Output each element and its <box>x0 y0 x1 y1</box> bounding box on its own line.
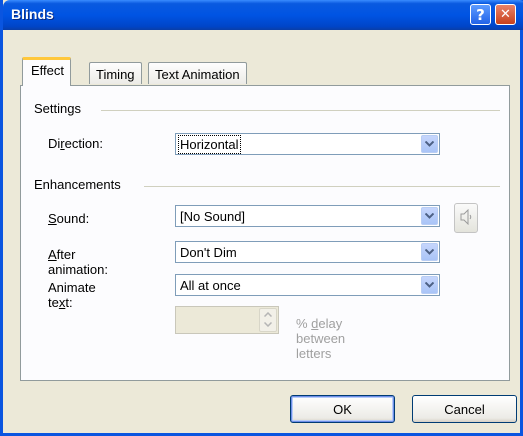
tab-label: Timing <box>96 67 135 82</box>
settings-divider <box>101 110 500 111</box>
tab-text-animation[interactable]: Text Animation <box>148 62 247 84</box>
tab-label: Text Animation <box>155 67 240 82</box>
direction-value: Horizontal <box>178 135 241 154</box>
tab-effect[interactable]: Effect <box>22 57 72 86</box>
sound-select[interactable]: [No Sound] <box>175 205 440 227</box>
settings-group-label: Settings <box>34 101 81 116</box>
title-bar[interactable]: Blinds ? ✕ <box>3 0 523 30</box>
close-icon: ✕ <box>500 7 511 22</box>
cancel-button-label: Cancel <box>444 401 485 417</box>
help-icon: ? <box>476 5 485 24</box>
direction-select[interactable]: Horizontal <box>175 133 440 155</box>
chevron-down-icon[interactable] <box>421 135 438 153</box>
window-title: Blinds <box>11 6 54 22</box>
sound-value: [No Sound] <box>180 209 246 224</box>
chevron-down-icon[interactable] <box>421 243 438 261</box>
chevron-down-icon[interactable] <box>421 276 438 294</box>
animate-text-label: Animate text: <box>48 280 96 310</box>
tab-label: Effect <box>31 63 65 78</box>
chevron-down-icon[interactable] <box>421 207 438 225</box>
chevron-down-icon <box>264 322 272 327</box>
animate-text-select[interactable]: All at once <box>175 274 440 296</box>
spinner-arrows[interactable] <box>259 308 277 332</box>
close-button[interactable]: ✕ <box>495 4 516 25</box>
enhancements-group-label: Enhancements <box>34 177 121 192</box>
after-animation-value: Don't Dim <box>180 245 237 260</box>
after-animation-label: After animation: <box>48 247 108 277</box>
sound-label: Sound: <box>48 211 90 226</box>
delay-label: % delay between letters <box>296 316 346 361</box>
effect-panel <box>20 85 510 381</box>
enhancements-divider <box>144 186 500 187</box>
help-button[interactable]: ? <box>470 4 491 25</box>
chevron-up-icon <box>264 312 272 317</box>
ok-button[interactable]: OK <box>290 395 395 423</box>
delay-spinner[interactable] <box>175 306 279 334</box>
sound-settings-button[interactable] <box>454 203 478 233</box>
tab-timing[interactable]: Timing <box>89 62 142 84</box>
animate-text-value: All at once <box>180 278 241 293</box>
speaker-icon <box>460 208 472 228</box>
ok-button-label: OK <box>333 401 352 417</box>
direction-label: Direction: <box>48 136 103 151</box>
cancel-button[interactable]: Cancel <box>412 395 517 423</box>
after-animation-select[interactable]: Don't Dim <box>175 241 440 263</box>
